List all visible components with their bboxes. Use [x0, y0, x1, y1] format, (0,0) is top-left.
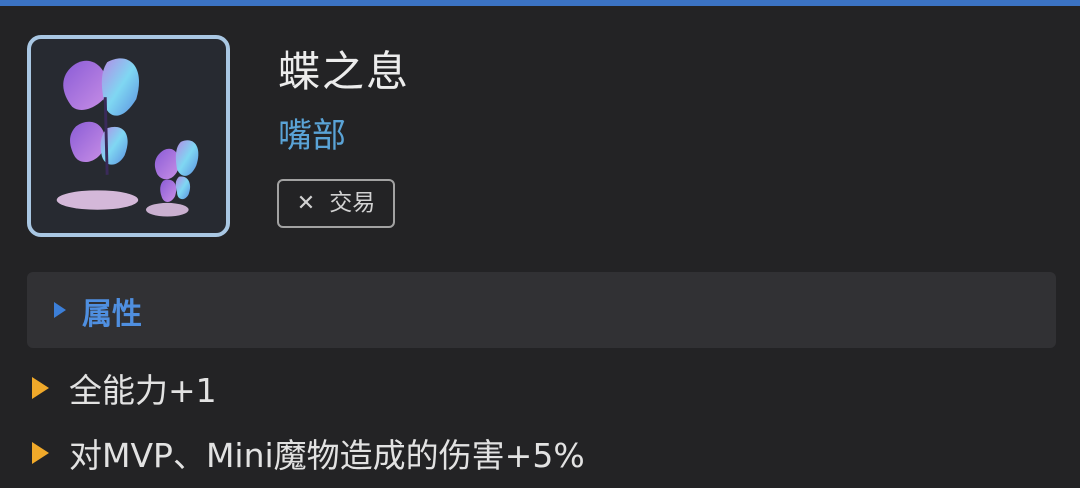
close-icon: ✕ — [296, 190, 316, 216]
trade-label: 交易 — [329, 190, 376, 216]
top-accent-bar — [0, 0, 1080, 6]
bullet-triangle-icon — [32, 377, 49, 399]
attributes-section-header[interactable]: 属性 — [27, 272, 1056, 348]
attribute-text: 对MVP、Mini魔物造成的伤害+5% — [69, 436, 585, 475]
attribute-item: 全能力+1 — [32, 368, 217, 410]
attribute-item: 对MVP、Mini魔物造成的伤害+5% — [32, 433, 585, 475]
item-name: 蝶之息 — [278, 47, 411, 96]
item-slot: 嘴部 — [278, 116, 346, 156]
section-title: 属性 — [82, 297, 142, 332]
attribute-text: 全能力+1 — [69, 371, 217, 410]
triangle-right-icon — [54, 302, 66, 318]
trade-badge: ✕ 交易 — [277, 179, 395, 228]
bullet-triangle-icon — [32, 442, 49, 464]
butterfly-icon — [56, 58, 199, 217]
item-icon — [27, 35, 230, 237]
